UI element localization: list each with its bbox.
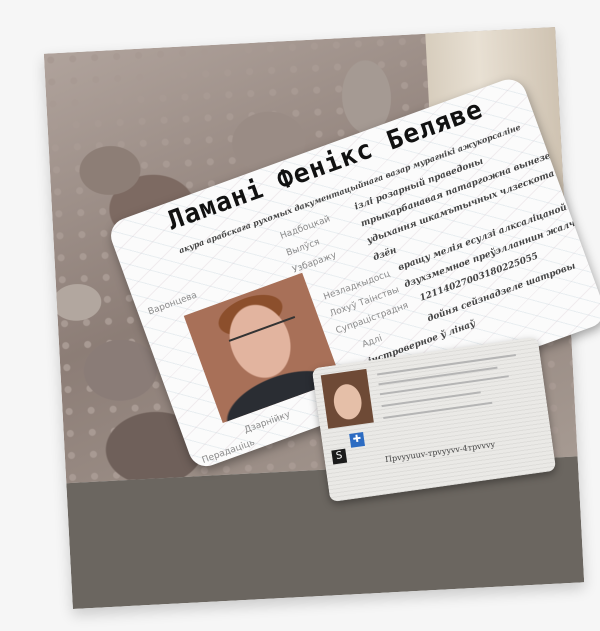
mini-number: Пpvyyuuv-тpvуyvv-4тpvvvy [384,439,496,465]
mini-line [377,353,516,376]
logo-s-icon: S [331,448,348,465]
mini-line [378,366,498,386]
mini-line [379,375,509,396]
ground-surface [66,456,585,610]
mini-portrait [320,368,374,429]
logo-flag-icon: ✚ [349,431,365,448]
